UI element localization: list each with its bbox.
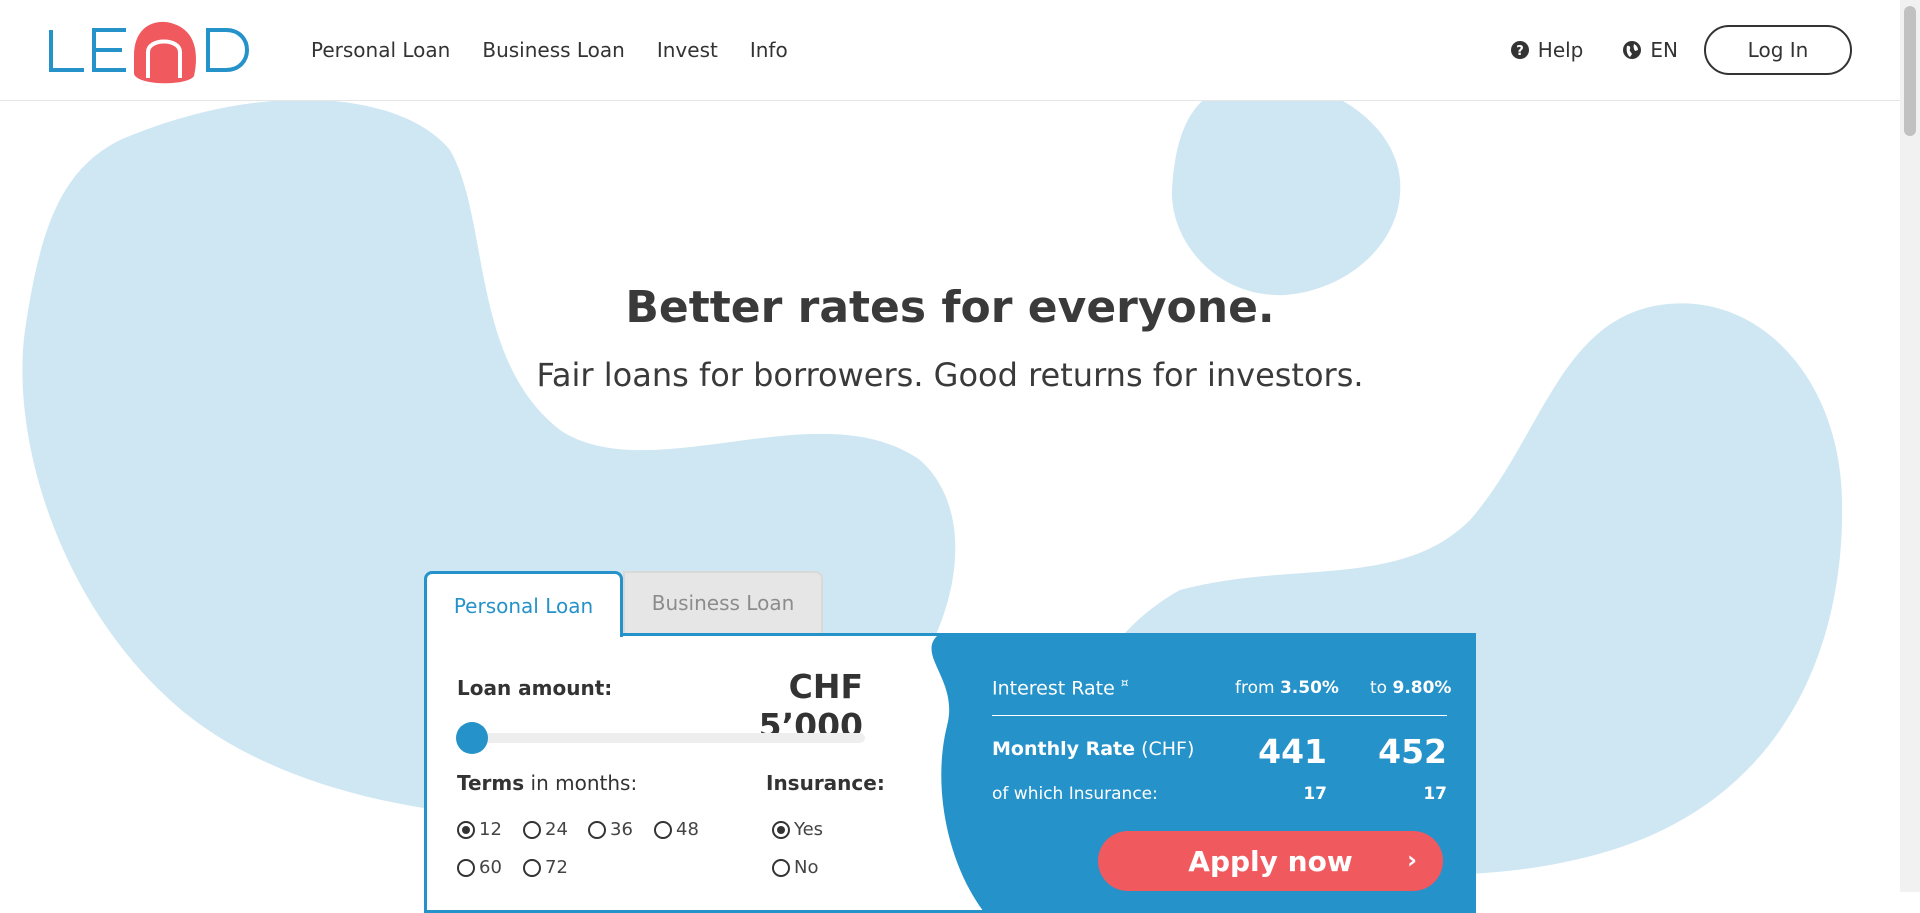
page-scrollbar[interactable] — [1900, 0, 1920, 892]
radio-icon — [772, 858, 790, 877]
main-nav: Personal Loan Business Loan Invest Info — [311, 0, 788, 100]
insurance-option-no[interactable]: No — [772, 857, 818, 878]
radio-icon — [523, 858, 541, 877]
nav-info[interactable]: Info — [750, 38, 788, 62]
globe-icon — [1623, 41, 1642, 59]
language-label: EN — [1650, 38, 1678, 62]
language-selector[interactable]: EN — [1623, 38, 1678, 62]
radio-icon — [654, 820, 672, 839]
lend-logo[interactable] — [48, 18, 254, 84]
loan-calculator: Personal Loan Business Loan Loan amount:… — [424, 571, 1476, 913]
tab-personal-loan[interactable]: Personal Loan — [424, 571, 623, 637]
login-button[interactable]: Log In — [1704, 25, 1852, 75]
monthly-rate-label: Monthly Rate (CHF) — [992, 738, 1195, 760]
nav-personal-loan[interactable]: Personal Loan — [311, 38, 450, 62]
insurance-part-label: of which Insurance: — [992, 784, 1158, 804]
radio-selected-icon — [457, 820, 475, 839]
help-link[interactable]: ? Help — [1510, 38, 1584, 62]
tab-business-loan[interactable]: Business Loan — [623, 571, 823, 633]
interest-rate-label: Interest Rate ¤ — [992, 676, 1129, 700]
chevron-right-icon: › — [1407, 846, 1417, 874]
header-actions: ? Help EN Log In — [1510, 0, 1852, 100]
insurance-part-from: 17 — [1303, 784, 1327, 804]
question-circle-icon: ? — [1510, 41, 1529, 59]
terms-label: Terms in months: — [457, 771, 638, 795]
nav-business-loan[interactable]: Business Loan — [482, 38, 625, 62]
nav-invest[interactable]: Invest — [657, 38, 718, 62]
term-option-12[interactable]: 12 — [457, 819, 502, 840]
radio-icon — [523, 820, 541, 839]
rate-divider — [992, 715, 1447, 716]
insurance-label: Insurance: — [766, 771, 885, 795]
insurance-part-to: 17 — [1423, 784, 1447, 804]
loan-amount-label: Loan amount: — [457, 676, 613, 700]
blob-top — [1171, 80, 1401, 296]
radio-icon — [588, 820, 606, 839]
term-option-36[interactable]: 36 — [588, 819, 633, 840]
top-navbar: Personal Loan Business Loan Invest Info … — [0, 0, 1900, 101]
help-label: Help — [1537, 38, 1584, 62]
term-option-72[interactable]: 72 — [523, 857, 568, 878]
hero-title: Better rates for everyone. — [625, 282, 1275, 333]
term-option-24[interactable]: 24 — [523, 819, 568, 840]
loan-amount-slider[interactable] — [469, 733, 865, 743]
hero-subtitle: Fair loans for borrowers. Good returns f… — [536, 356, 1364, 394]
loan-amount-slider-handle[interactable] — [456, 722, 488, 754]
term-option-48[interactable]: 48 — [654, 819, 699, 840]
insurance-option-yes[interactable]: Yes — [772, 819, 823, 840]
svg-text:?: ? — [1516, 44, 1524, 59]
apply-now-label: Apply now — [1188, 844, 1353, 878]
radio-icon — [457, 858, 475, 877]
term-option-60[interactable]: 60 — [457, 857, 502, 878]
monthly-rate-from: 441 — [1258, 732, 1327, 771]
calculator-panel: Loan amount: CHF 5’000 Terms in months: … — [424, 633, 1476, 913]
interest-rate-to: to 9.80% — [1370, 678, 1452, 698]
radio-selected-icon — [772, 820, 790, 839]
info-marker-icon: ¤ — [1120, 676, 1129, 690]
interest-rate-from: from 3.50% — [1235, 678, 1339, 698]
apply-now-button[interactable]: Apply now › — [1098, 831, 1443, 891]
scrollbar-thumb[interactable] — [1904, 6, 1916, 136]
monthly-rate-to: 452 — [1378, 732, 1447, 771]
